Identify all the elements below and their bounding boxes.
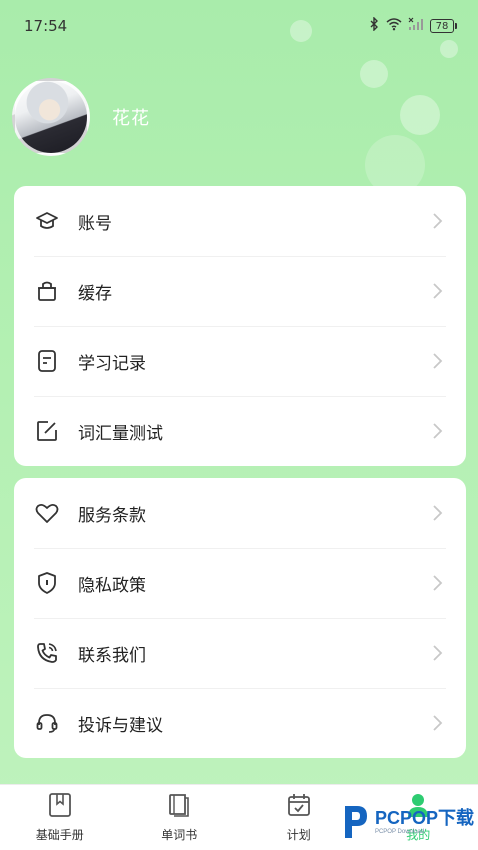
menu-item-feedback[interactable]: 投诉与建议	[14, 688, 466, 758]
pcpop-logo-icon	[344, 806, 367, 838]
tab-wordbook[interactable]: 单词书	[120, 785, 240, 850]
menu-label: 联系我们	[78, 645, 146, 666]
chevron-right-icon	[433, 645, 443, 661]
edit-icon	[34, 418, 60, 444]
watermark-sub: PCPOP Download	[374, 829, 425, 835]
menu-label: 缓存	[78, 283, 112, 304]
graduation-cap-icon	[34, 208, 60, 234]
book-icon	[166, 792, 192, 822]
bag-icon	[34, 278, 60, 304]
menu-item-account[interactable]: 账号	[14, 186, 466, 256]
heart-icon	[34, 500, 60, 526]
chevron-right-icon	[433, 283, 443, 299]
calendar-check-icon	[286, 792, 312, 822]
menu-item-cache[interactable]: 缓存	[14, 256, 466, 326]
menu-card-info: 服务条款 隐私政策 联系我们 投诉与建议	[14, 478, 466, 758]
tab-handbook[interactable]: 基础手册	[0, 785, 120, 850]
chevron-right-icon	[433, 353, 443, 369]
avatar[interactable]	[12, 78, 90, 156]
status-icons: 78	[368, 16, 457, 35]
menu-label: 投诉与建议	[78, 715, 163, 736]
menu-item-vocab-test[interactable]: 词汇量测试	[14, 396, 466, 466]
battery-level: 78	[435, 20, 449, 32]
bokeh-decoration	[400, 95, 440, 135]
menu-label: 学习记录	[78, 353, 146, 374]
bookmark-icon	[47, 792, 73, 822]
menu-label: 账号	[78, 213, 112, 234]
menu-item-privacy[interactable]: 隐私政策	[14, 548, 466, 618]
username: 花花	[112, 108, 150, 129]
chevron-right-icon	[433, 715, 443, 731]
tab-label: 基础手册	[35, 828, 84, 842]
menu-label: 隐私政策	[78, 575, 146, 596]
chevron-right-icon	[433, 423, 443, 439]
chevron-right-icon	[433, 213, 443, 229]
headset-icon	[34, 710, 60, 736]
menu-label: 词汇量测试	[78, 423, 163, 444]
menu-item-terms[interactable]: 服务条款	[14, 478, 466, 548]
watermark-brand: PCPOP下载	[374, 808, 474, 828]
menu-card-account: 账号 缓存 学习记录 词汇量测试	[14, 186, 466, 466]
pcpop-watermark: PCPOP下载 PCPOP Download	[341, 802, 474, 842]
tab-label: 计划	[286, 828, 311, 842]
document-icon	[34, 348, 60, 374]
battery-icon: 78	[430, 19, 457, 33]
bokeh-decoration	[360, 60, 388, 88]
tab-label: 单词书	[161, 828, 198, 842]
menu-label: 服务条款	[78, 505, 146, 526]
wifi-icon	[386, 17, 402, 35]
status-time: 17:54	[24, 17, 68, 35]
profile-header[interactable]: 花花	[12, 78, 150, 156]
shield-icon	[34, 570, 60, 596]
chevron-right-icon	[433, 575, 443, 591]
chevron-right-icon	[433, 505, 443, 521]
status-bar: 17:54 78	[0, 0, 478, 52]
phone-icon	[34, 640, 60, 666]
menu-item-study-record[interactable]: 学习记录	[14, 326, 466, 396]
menu-item-contact[interactable]: 联系我们	[14, 618, 466, 688]
signal-icon	[408, 17, 424, 35]
bluetooth-icon	[368, 16, 380, 35]
